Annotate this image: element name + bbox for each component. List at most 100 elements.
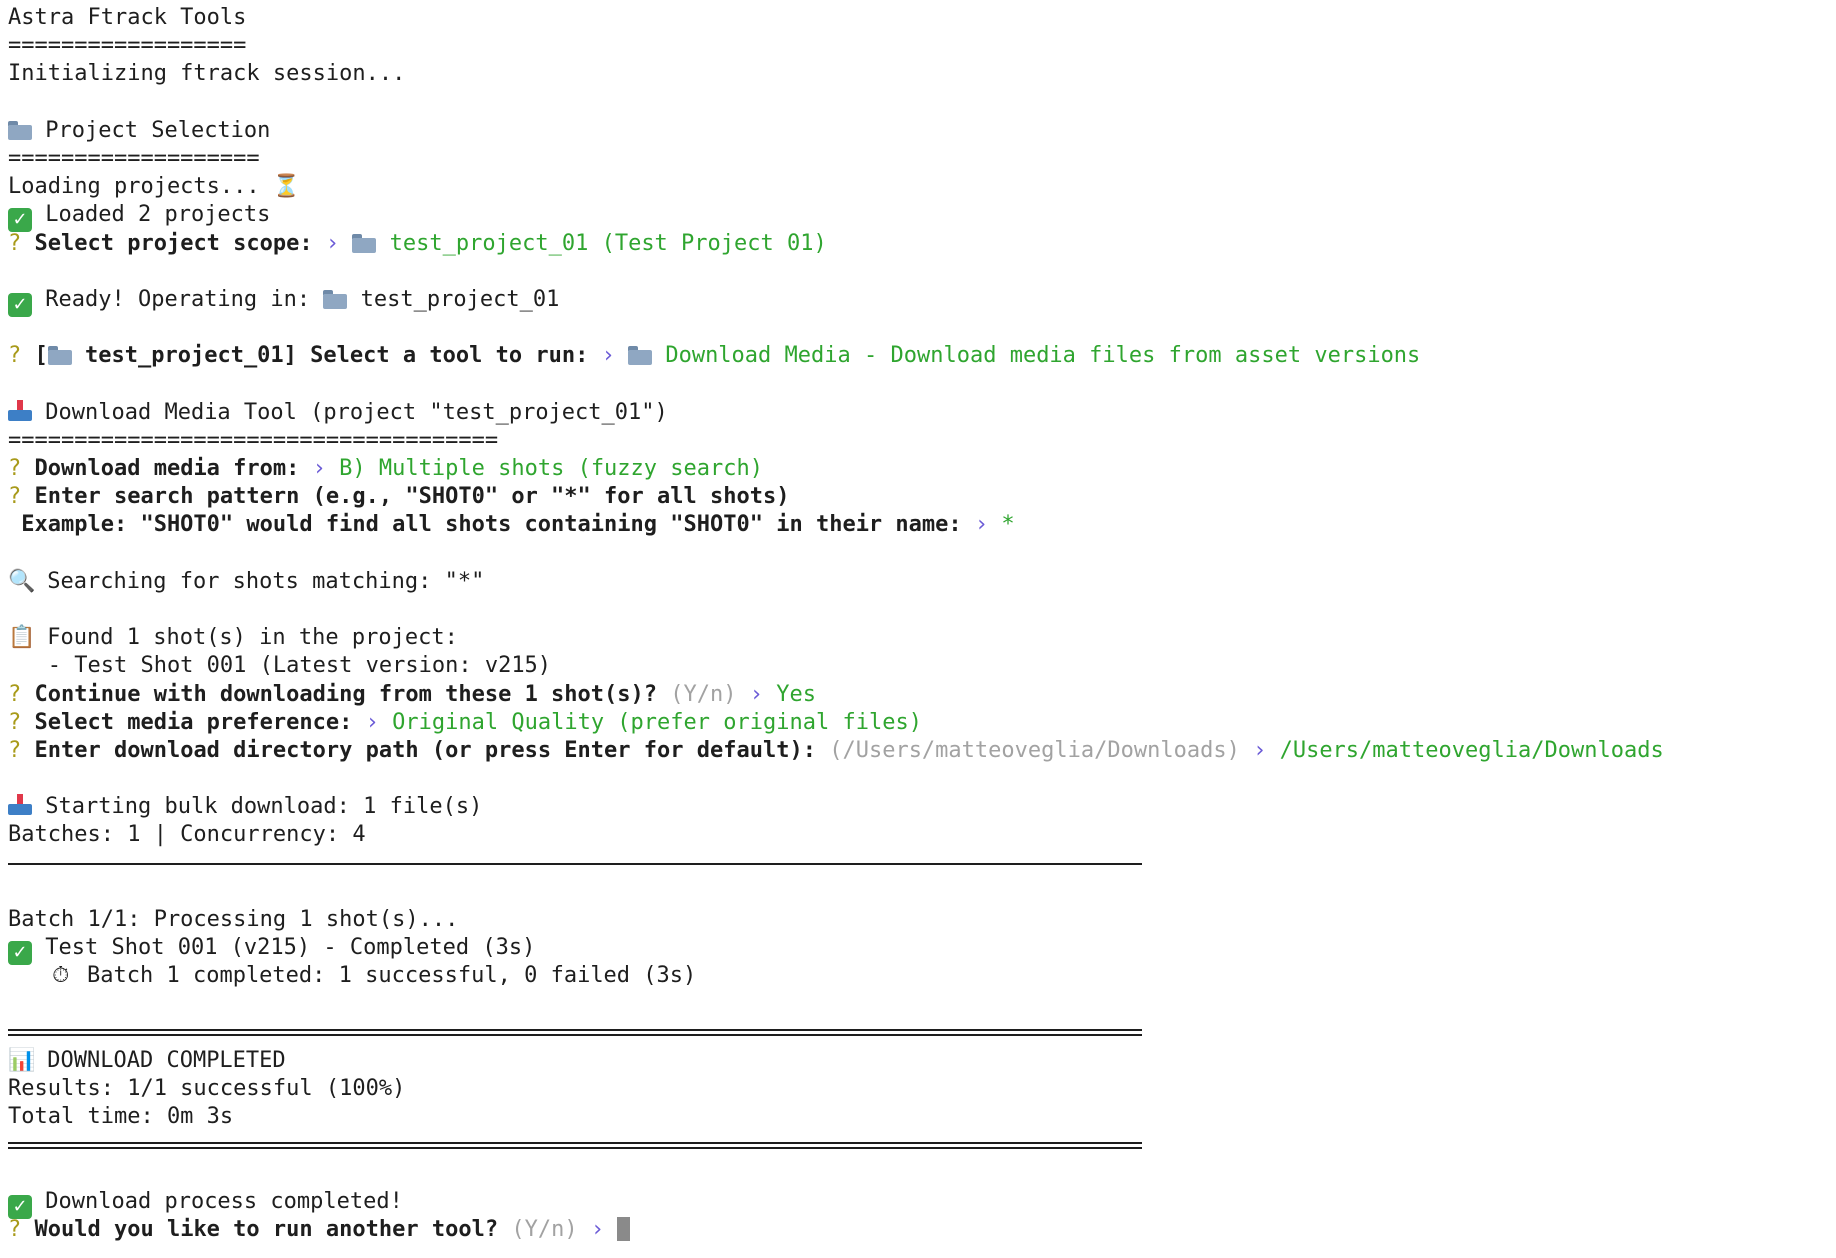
media-prompt: ? Select media preference: › Original Qu… xyxy=(8,709,1828,737)
example-text: Example: "SHOT0" would find all shots co… xyxy=(8,512,962,538)
prompt-text: Select project scope: xyxy=(34,230,313,256)
arrow-icon: › xyxy=(590,1217,605,1243)
prompt-text: Enter download directory path (or press … xyxy=(34,737,816,763)
done-text: Download process completed! xyxy=(45,1188,403,1214)
inbox-tray-icon xyxy=(8,794,32,816)
download-tool-heading: Download Media Tool (project "test_proje… xyxy=(8,399,1828,427)
arrow-icon: › xyxy=(974,512,989,538)
project-scope-prompt: ? Select project scope: › test_project_0… xyxy=(8,230,1828,258)
arrow-icon: › xyxy=(1253,737,1267,763)
question-mark: ? xyxy=(8,737,22,763)
heading-text: Project Selection xyxy=(45,117,271,143)
summary-rule-top xyxy=(8,1019,1828,1047)
project-selection-heading: Project Selection xyxy=(8,117,1828,145)
folder-icon xyxy=(323,289,348,309)
hint-text: (Y/n) xyxy=(511,1217,578,1243)
summary-heading: 📊 DOWNLOAD COMPLETED xyxy=(8,1047,1828,1075)
loaded-projects: ✓ Loaded 2 projects xyxy=(8,201,1828,233)
cursor-block[interactable] xyxy=(617,1217,631,1242)
answer-text: Download Media - Download media files fr… xyxy=(665,343,1421,369)
prompt-text: Enter search pattern (e.g., "SHOT0" or "… xyxy=(34,484,790,510)
question-mark: ? xyxy=(8,456,22,481)
batch-done-text: Batch 1 completed: 1 successful, 0 faile… xyxy=(87,963,697,989)
terminal-window[interactable]: Astra Ftrack Tools ================== In… xyxy=(0,0,1836,1258)
ready-label: Ready! Operating in: xyxy=(45,286,311,312)
loaded-text: Loaded 2 projects xyxy=(45,202,271,228)
bar-chart-icon: 📊 xyxy=(8,1047,36,1073)
pattern-prompt: ? Enter search pattern (e.g., "SHOT0" or… xyxy=(8,483,1828,511)
clipboard-icon: 📋 xyxy=(8,625,36,651)
found-item: - Test Shot 001 (Latest version: v215) xyxy=(8,653,552,679)
batch-line: Batch 1/1: Processing 1 shot(s)... xyxy=(8,907,459,932)
shot-result: ✓ Test Shot 001 (v215) - Completed (3s) xyxy=(8,934,1828,966)
summary-bar xyxy=(8,1028,1142,1036)
hint-text: (/Users/matteoveglia/Downloads) xyxy=(829,737,1240,763)
title-rule: ================== xyxy=(8,33,247,59)
summary-heading-text: DOWNLOAD COMPLETED xyxy=(47,1047,286,1073)
bulk-start-text: Starting bulk download: 1 file(s) xyxy=(45,794,483,820)
prompt-text: Would you like to run another tool? xyxy=(34,1217,499,1243)
searching-text: Searching for shots matching: "*" xyxy=(47,568,485,594)
separator-bar xyxy=(8,862,1142,865)
question-mark: ? xyxy=(8,1217,22,1243)
question-mark: ? xyxy=(8,709,22,735)
answer-text: test_project_01 (Test Project 01) xyxy=(389,230,827,256)
continue-prompt: ? Continue with downloading from these 1… xyxy=(8,681,1828,709)
loading-projects: Loading projects... ⏳ xyxy=(8,173,1828,201)
check-icon: ✓ xyxy=(8,292,32,317)
question-mark: ? xyxy=(8,484,22,510)
init-message: Initializing ftrack session... xyxy=(8,61,406,87)
summary-bar xyxy=(8,1141,1142,1149)
answer-text: Original Quality (prefer original files) xyxy=(392,709,922,735)
tool-project-text: test_project_01] xyxy=(85,343,297,369)
ready-line: ✓ Ready! Operating in: test_project_01 xyxy=(8,286,1828,317)
found-line: 📋 Found 1 shot(s) in the project: xyxy=(8,624,1828,652)
summary-results: Results: 1/1 successful (100%) xyxy=(8,1076,406,1102)
check-icon: ✓ xyxy=(8,208,32,233)
arrow-icon: › xyxy=(325,230,340,256)
question-mark: ? xyxy=(8,230,22,256)
folder-icon xyxy=(8,120,32,140)
bracket-text: [ xyxy=(34,343,48,369)
magnifier-icon: 🔍 xyxy=(8,568,36,594)
run-another-prompt[interactable]: ? Would you like to run another tool? (Y… xyxy=(8,1216,1828,1244)
heading-text: Download Media Tool (project "test_proje… xyxy=(45,399,668,425)
found-text: Found 1 shot(s) in the project: xyxy=(47,625,458,651)
prompt-text: Select media preference: xyxy=(34,709,353,735)
arrow-icon: › xyxy=(365,709,379,735)
answer-text: * xyxy=(1001,512,1015,538)
separator-rule xyxy=(8,850,1828,878)
hint-text: (Y/n) xyxy=(670,681,737,707)
directory-prompt: ? Enter download directory path (or pres… xyxy=(8,737,1828,765)
batches-line: Batches: 1 | Concurrency: 4 xyxy=(8,822,366,848)
question-mark: ? xyxy=(8,343,22,369)
bulk-start: Starting bulk download: 1 file(s) xyxy=(8,793,1828,821)
app-title: Astra Ftrack Tools xyxy=(8,5,247,30)
answer-text: Yes xyxy=(776,681,817,707)
arrow-icon: › xyxy=(749,681,764,707)
loading-text: Loading projects... xyxy=(8,174,260,200)
folder-icon xyxy=(352,233,377,253)
folder-icon xyxy=(628,346,653,366)
inbox-tray-icon xyxy=(8,399,32,422)
hourglass-icon: ⏳ xyxy=(272,174,301,200)
prompt-text: Continue with downloading from these 1 s… xyxy=(34,681,658,707)
arrow-icon: › xyxy=(601,343,615,369)
folder-icon xyxy=(47,346,72,366)
question-mark: ? xyxy=(8,681,22,707)
prompt-text: Download media from: xyxy=(34,456,300,481)
tool-select-prompt: ? [ test_project_01] Select a tool to ru… xyxy=(8,342,1828,370)
process-completed: ✓ Download process completed! xyxy=(8,1188,1828,1219)
batch-done: ⏱ Batch 1 completed: 1 successful, 0 fai… xyxy=(8,962,1828,990)
searching-line: 🔍 Searching for shots matching: "*" xyxy=(8,568,1828,596)
